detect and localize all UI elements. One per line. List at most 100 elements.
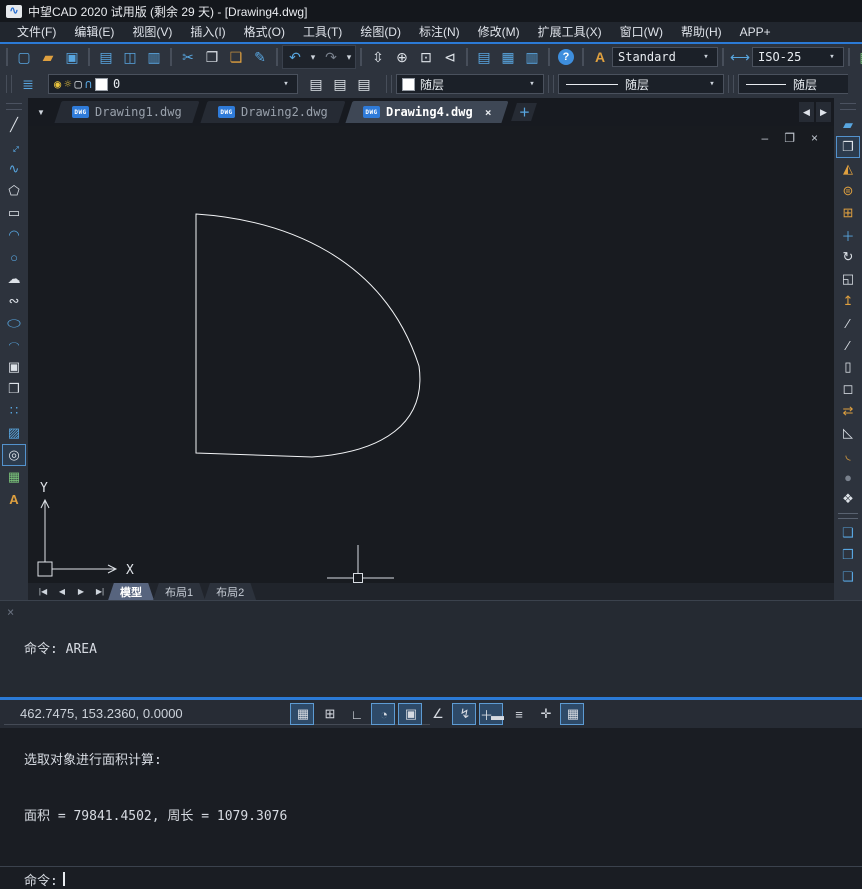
chamfer-button[interactable]: ◺ xyxy=(836,422,860,444)
tab-drawing1[interactable]: DWG Drawing1.dwg xyxy=(54,101,199,123)
menu-item-format[interactable]: 格式(O) xyxy=(235,22,294,42)
zoom-window-button[interactable]: ⊡ xyxy=(414,46,438,68)
toolbar-grip[interactable] xyxy=(6,103,22,110)
break-button[interactable]: ◻ xyxy=(836,378,860,400)
snap-toggle-button[interactable]: ⊞ xyxy=(317,703,341,725)
print-preview-button[interactable]: ◫ xyxy=(118,46,142,68)
tab-drawing2[interactable]: DWG Drawing2.dwg xyxy=(200,101,345,123)
toolbar-grip[interactable] xyxy=(548,48,550,66)
toolbar-grip[interactable] xyxy=(466,48,468,66)
fillet-button[interactable]: ◟ xyxy=(836,444,860,466)
object-snap-tracking-toggle-button[interactable]: ∠ xyxy=(425,703,449,725)
toolbar-grip[interactable] xyxy=(728,75,734,93)
rotate-button[interactable]: ↻ xyxy=(836,246,860,268)
drawing-canvas[interactable]: Y X – ❐ × xyxy=(28,126,834,583)
layer-previous-button[interactable]: ▤ xyxy=(328,73,352,95)
status-menu-button[interactable]: ≡ xyxy=(506,703,530,725)
model-paper-toggle-button[interactable]: ▦ xyxy=(560,703,584,725)
insert-block-button[interactable]: ▣ xyxy=(2,356,26,378)
tab-drawing4-active[interactable]: DWG Drawing4.dwg × xyxy=(346,101,509,123)
properties-palette-button[interactable]: ▤ xyxy=(472,46,496,68)
menu-item-help[interactable]: 帮助(H) xyxy=(672,22,731,42)
make-block-button[interactable]: ❐ xyxy=(2,378,26,400)
spline-button[interactable]: ∾ xyxy=(2,290,26,312)
dim-style-icon[interactable]: ⟷ xyxy=(728,46,752,68)
print-button[interactable]: ▤ xyxy=(94,46,118,68)
trim-button[interactable]: ∕ xyxy=(836,312,860,334)
toolbar-grip[interactable] xyxy=(848,48,850,66)
mirror-button[interactable]: ◭ xyxy=(836,158,860,180)
toolbar-grip[interactable] xyxy=(170,48,172,66)
lineweight-display-toggle-button[interactable]: ＋▬ xyxy=(479,703,503,725)
toolbar-grip[interactable] xyxy=(548,75,554,93)
color-combo[interactable]: 随层 ▾ xyxy=(396,74,544,94)
hatch-button[interactable]: ▨ xyxy=(2,422,26,444)
toolbar-grip[interactable] xyxy=(386,75,392,93)
toolbar-grip[interactable] xyxy=(88,48,90,66)
blend-curves-button[interactable]: ● xyxy=(836,466,860,488)
scale-button[interactable]: ◱ xyxy=(836,268,860,290)
bring-above-objects-button[interactable]: ❒ xyxy=(836,544,860,566)
circle-button[interactable]: ○ xyxy=(2,246,26,268)
last-tab-button[interactable]: ▶| xyxy=(91,587,109,596)
lineweight-combo[interactable]: 随层 xyxy=(738,74,848,94)
polygon-button[interactable]: ⬠ xyxy=(2,180,26,202)
match-properties-button[interactable]: ✎ xyxy=(248,46,272,68)
offset-button[interactable]: ⊜ xyxy=(836,180,860,202)
dim-style-combo[interactable]: ISO-25 ▾ xyxy=(752,47,844,67)
scroll-tabs-left-button[interactable]: ◀ xyxy=(799,102,814,122)
first-tab-button[interactable]: |◀ xyxy=(34,587,52,596)
toolbar-grip[interactable] xyxy=(6,48,8,66)
layer-combo[interactable]: ◉ ☼ ▢ ∩ 0 ▾ xyxy=(48,74,298,94)
extend-button[interactable]: ∕ xyxy=(836,334,860,356)
ellipse-button[interactable]: ◯ xyxy=(2,316,26,330)
region-button[interactable]: ◎ xyxy=(2,444,26,466)
open-folder-button[interactable]: ▰ xyxy=(36,46,60,68)
menu-item-window[interactable]: 窗口(W) xyxy=(611,22,672,42)
rectangle-button[interactable]: ▭ xyxy=(2,202,26,224)
mtext-button[interactable]: A xyxy=(2,488,26,510)
ortho-toggle-button[interactable]: ∟ xyxy=(344,703,368,725)
text-style-combo[interactable]: Standard ▾ xyxy=(612,47,718,67)
layer-manager-button[interactable]: ≣ xyxy=(16,73,40,95)
command-panel-close-icon[interactable]: × xyxy=(7,605,14,619)
linetype-combo[interactable]: 随层 ▾ xyxy=(558,74,724,94)
dynamic-input-toggle-button[interactable]: ↯ xyxy=(452,703,476,725)
plot-button[interactable]: ▥ xyxy=(142,46,166,68)
cut-button[interactable]: ✂ xyxy=(176,46,200,68)
redo-button[interactable]: ↷ xyxy=(319,46,343,68)
minimize-icon[interactable]: – xyxy=(762,132,769,144)
menu-item-app-plus[interactable]: APP+ xyxy=(731,22,780,42)
paste-button[interactable]: ❏ xyxy=(224,46,248,68)
send-to-back-button[interactable]: ❏ xyxy=(836,566,860,588)
menu-item-modify[interactable]: 修改(M) xyxy=(469,22,529,42)
copy-clip-button[interactable]: ❐ xyxy=(200,46,224,68)
grid-toggle-button[interactable]: ▦ xyxy=(290,703,314,725)
layout1-tab[interactable]: 布局1 xyxy=(153,583,205,601)
annotation-scale-button[interactable]: ✛ xyxy=(533,703,557,725)
help-button[interactable]: ? xyxy=(554,46,578,68)
menu-item-insert[interactable]: 插入(I) xyxy=(181,22,234,42)
arc-button[interactable]: ◠ xyxy=(2,224,26,246)
toolbar-grip[interactable] xyxy=(582,48,584,66)
explode-button[interactable]: ❖ xyxy=(836,488,860,510)
table-style-icon[interactable]: ▦ xyxy=(854,46,862,68)
toolbar-grip[interactable] xyxy=(840,103,856,110)
toolbar-grip[interactable] xyxy=(6,75,12,93)
model-tab[interactable]: 模型 xyxy=(108,583,154,601)
previous-tab-button[interactable]: ◀ xyxy=(53,587,71,596)
toolbar-grip[interactable] xyxy=(360,48,362,66)
make-object-layer-current-button[interactable]: ▤ xyxy=(304,73,328,95)
menu-item-file[interactable]: 文件(F) xyxy=(8,22,65,42)
zoom-previous-button[interactable]: ⊲ xyxy=(438,46,462,68)
tab-list-menu-button[interactable]: ▼ xyxy=(32,103,50,121)
layer-states-button[interactable]: ▤ xyxy=(352,73,376,95)
menu-item-edit[interactable]: 编辑(E) xyxy=(65,22,123,42)
tab-close-icon[interactable]: × xyxy=(485,106,492,119)
stretch-button[interactable]: ↥ xyxy=(836,290,860,312)
polar-tracking-toggle-button[interactable]: ◔ xyxy=(371,703,395,725)
copy-button[interactable]: ❐ xyxy=(836,136,860,158)
restore-icon[interactable]: ❐ xyxy=(784,132,795,144)
new-tab-button[interactable]: ＋ xyxy=(511,103,537,121)
pan-button[interactable]: ⇳ xyxy=(366,46,390,68)
